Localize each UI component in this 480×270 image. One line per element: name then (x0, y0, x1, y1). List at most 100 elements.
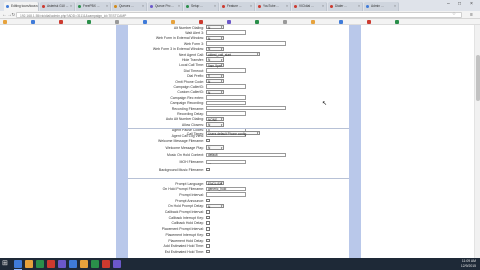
form-select[interactable]: 9am-9pm ▾ (206, 62, 224, 68)
tab-close-icon[interactable]: × (106, 4, 108, 8)
taskbar-app-icon[interactable] (102, 260, 110, 268)
bookmark-icon[interactable] (311, 20, 315, 24)
tab-close-icon[interactable]: × (394, 4, 396, 8)
taskbar-app-icon[interactable] (25, 260, 33, 268)
page-scrollbar[interactable] (474, 25, 480, 258)
browser-tab[interactable]: Feature ... × (220, 2, 255, 11)
form-select[interactable]: N ▾ (206, 35, 224, 41)
taskbar-app-icon[interactable] (69, 260, 77, 268)
taskbar-app-icon[interactable] (113, 260, 121, 268)
tab-close-icon[interactable]: × (250, 4, 252, 8)
form-checkbox[interactable] (206, 238, 210, 242)
form-text-input[interactable] (206, 95, 246, 100)
taskbar-app-icon[interactable] (14, 260, 22, 268)
tab-close-icon[interactable]: × (322, 4, 324, 8)
form-text-input[interactable]: --- (206, 159, 246, 165)
form-checkbox[interactable] (206, 232, 210, 237)
form-select[interactable]: N ▾ (206, 46, 224, 51)
form-select[interactable]: oldest_call_start ▾ (206, 52, 260, 57)
form-select[interactable]: N ▾ (206, 203, 224, 209)
form-checkbox[interactable] (206, 215, 210, 220)
tab-close-icon[interactable]: × (142, 4, 144, 8)
form-text-input[interactable] (206, 106, 286, 111)
form-select-value: N (208, 146, 211, 151)
bookmark-icon[interactable] (255, 20, 259, 24)
form-text-input[interactable] (206, 192, 246, 197)
form-select[interactable]: N ▾ (206, 25, 224, 30)
browser-tab[interactable]: Admin ... × (364, 2, 399, 11)
reload-icon[interactable]: ↻ (12, 12, 16, 18)
form-checkbox[interactable] (206, 138, 210, 143)
bookmark-icon[interactable] (143, 20, 147, 24)
taskbar-app-icon[interactable] (80, 260, 88, 268)
start-button-icon[interactable]: ⊞ (2, 260, 8, 268)
url-input[interactable]: 192.168.1.55/vicidial/admin.php?ADD=3111… (16, 12, 462, 18)
bookmark-icon[interactable] (367, 20, 371, 24)
bookmark-icon[interactable] (395, 20, 399, 24)
browser-tab[interactable]: Dialer ... × (328, 2, 363, 11)
tab-close-icon[interactable]: × (358, 4, 360, 8)
bookmark-icon[interactable] (227, 20, 231, 24)
browser-tab[interactable]: YouTube ... × (256, 2, 291, 11)
close-window-button[interactable]: × (470, 1, 473, 7)
minimize-button[interactable]: – (447, 1, 450, 7)
form-text-input[interactable] (206, 111, 246, 116)
maximize-button[interactable]: □ (458, 1, 461, 7)
form-checkbox[interactable] (206, 249, 210, 254)
system-clock[interactable]: 11:09 AM 12/9/2015 (461, 259, 476, 268)
browser-tab[interactable]: Queues ... × (112, 2, 147, 11)
tab-close-icon[interactable]: × (214, 4, 216, 8)
browser-tab[interactable]: Setup ... × (184, 2, 219, 11)
browser-tab[interactable]: Editing tours/tour-sta...× (4, 2, 39, 11)
bookmark-icon[interactable] (3, 20, 7, 24)
browser-menu-icon[interactable]: ≡ (470, 12, 473, 18)
taskbar-app-icon[interactable] (91, 260, 99, 268)
bookmark-icon[interactable] (283, 20, 287, 24)
tab-close-icon[interactable]: × (70, 4, 72, 8)
form-checkbox[interactable] (206, 227, 210, 231)
form-checkbox[interactable] (206, 167, 210, 171)
bookmark-icon[interactable] (171, 20, 175, 24)
tab-close-icon[interactable]: × (286, 4, 288, 8)
form-row-label: Campaign CallerID: (173, 84, 204, 89)
bookmark-icon[interactable] (199, 20, 203, 24)
bookmark-icon[interactable] (87, 20, 91, 24)
form-row-label: Dial Prefix: (187, 74, 204, 79)
form-select[interactable]: NONE ▾ (206, 116, 224, 122)
scrollbar-thumb[interactable] (476, 55, 480, 101)
tab-close-icon[interactable]: × (178, 4, 180, 8)
form-text-input[interactable]: generic_hold (206, 186, 246, 191)
taskbar-app-icon[interactable] (36, 260, 44, 268)
form-select[interactable]: N ▾ (206, 57, 224, 62)
bookmark-icon[interactable] (115, 20, 119, 24)
form-text-input[interactable]: default (206, 152, 286, 157)
bookmark-icon[interactable] (339, 20, 343, 24)
form-checkbox[interactable] (206, 244, 210, 248)
form-row: Allow Closers: N ▾ (128, 122, 349, 127)
browser-tab[interactable]: VICIdial ... × (292, 2, 327, 11)
form-text-input[interactable] (206, 84, 246, 89)
taskbar-app-icon[interactable] (58, 260, 66, 268)
form-checkbox[interactable] (206, 221, 210, 225)
tab-close-icon[interactable]: × (34, 4, 36, 8)
browser-tab[interactable]: Queue Pro ... × (148, 2, 183, 11)
form-text-input[interactable] (206, 30, 246, 35)
bookmark-icon[interactable] (59, 20, 63, 24)
form-text-input[interactable] (206, 68, 246, 73)
form-select[interactable]: N ▾ (206, 89, 224, 95)
taskbar-app-icon[interactable] (47, 260, 55, 268)
form-select[interactable]: N ▾ (206, 79, 224, 84)
browser-tab[interactable]: Asterisk GUI ... × (40, 2, 75, 11)
form-select[interactable]: 9 ▾ (206, 73, 224, 78)
form-text-input[interactable] (206, 41, 286, 46)
browser-tab[interactable]: FreePBX ... × (76, 2, 111, 11)
bookmark-star-icon[interactable]: ☆ (452, 11, 456, 17)
form-text-input[interactable] (206, 100, 246, 105)
form-select[interactable]: Users default Phone config ▾ (206, 131, 260, 136)
form-checkbox[interactable] (206, 210, 210, 214)
bookmark-icon[interactable] (31, 20, 35, 24)
form-checkbox[interactable] (206, 198, 210, 203)
form-select[interactable]: ENGLISH ▾ (206, 181, 224, 186)
form-select[interactable]: N ▾ (206, 145, 224, 151)
form-select[interactable]: N ▾ (206, 122, 224, 127)
